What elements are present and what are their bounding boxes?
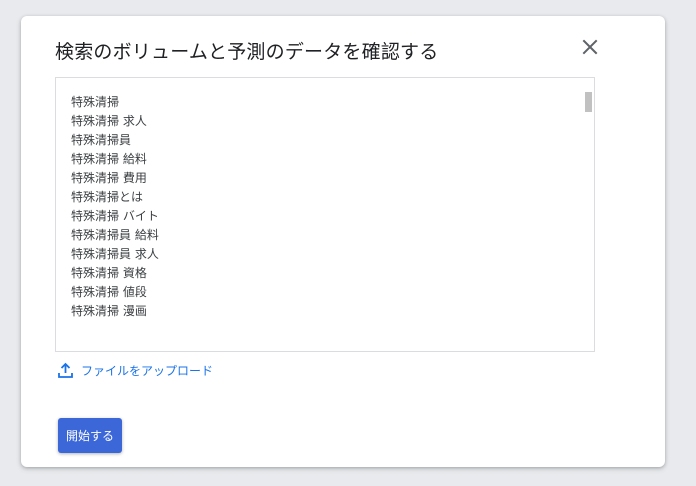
keyword-line: 特殊清掃 給料: [71, 152, 147, 166]
keyword-line: 特殊清掃員 給料: [71, 228, 159, 242]
keyword-line: 特殊清掃 バイト: [71, 209, 159, 223]
upload-label: ファイルをアップロード: [81, 364, 214, 378]
upload-icon: [58, 362, 73, 378]
keyword-line: 特殊清掃 漫画: [71, 304, 147, 318]
start-button[interactable]: 開始する: [58, 418, 123, 453]
keyword-line: 特殊清掃: [71, 95, 120, 109]
forecast-dialog: 検索のボリュームと予測のデータを確認する 特殊清掃 特殊清掃 求人 特殊清掃員 …: [21, 16, 665, 467]
close-button[interactable]: [577, 34, 603, 60]
keyword-line: 特殊清掃員 求人: [71, 247, 159, 261]
keyword-line: 特殊清掃 値段: [71, 285, 147, 299]
dialog-title: 検索のボリュームと予測のデータを確認する: [55, 41, 439, 63]
keyword-line: 特殊清掃員: [71, 133, 132, 147]
keyword-line: 特殊清掃 求人: [71, 114, 147, 128]
keyword-line: 特殊清掃 費用: [71, 171, 147, 185]
keyword-list: 特殊清掃 特殊清掃 求人 特殊清掃員 特殊清掃 給料 特殊清掃 費用 特殊清掃と…: [71, 93, 159, 321]
scrollbar-thumb[interactable]: [585, 92, 592, 112]
close-icon: [582, 39, 598, 55]
keyword-line: 特殊清掃とは: [71, 190, 144, 204]
upload-file-link[interactable]: ファイルをアップロード: [57, 362, 213, 379]
keyword-textarea[interactable]: 特殊清掃 特殊清掃 求人 特殊清掃員 特殊清掃 給料 特殊清掃 費用 特殊清掃と…: [55, 77, 595, 352]
keyword-line: 特殊清掃 資格: [71, 266, 147, 280]
scrollbar[interactable]: [584, 78, 594, 351]
